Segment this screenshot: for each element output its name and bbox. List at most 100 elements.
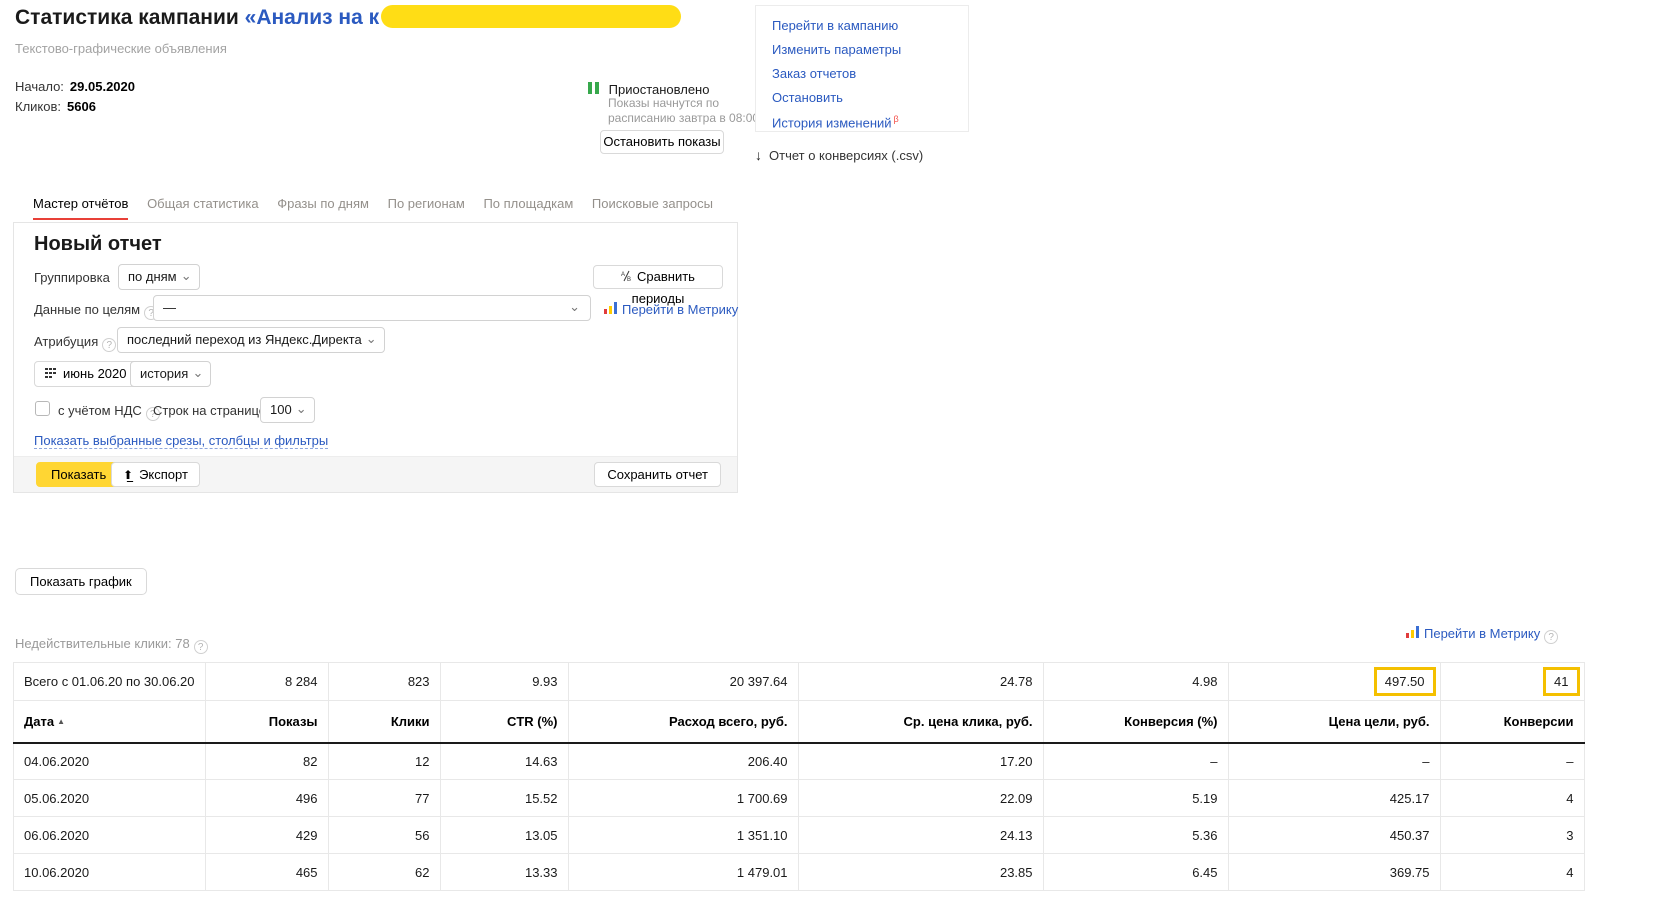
cell-avg-cpc: 24.13 (797, 816, 1044, 854)
campaign-meta: Начало: 29.05.2020 Кликов: 5606 (15, 79, 135, 119)
cell-impressions: 82 (204, 742, 329, 780)
total-ctr: 9.93 (439, 662, 569, 701)
calendar-icon (45, 368, 56, 378)
help-icon[interactable]: ? (1544, 630, 1559, 644)
col-header-clicks[interactable]: Клики (327, 700, 441, 744)
col-header-avg-cpc[interactable]: Ср. цена клика, руб. (797, 700, 1044, 744)
stop-link[interactable]: Остановить (772, 90, 968, 105)
stats-tabs: Мастер отчётов Общая статистика Фразы по… (33, 196, 728, 220)
col-header-conversions[interactable]: Конверсии (1439, 700, 1585, 744)
help-icon[interactable]: ? (102, 338, 117, 352)
vat-checkbox[interactable] (35, 401, 50, 416)
history-select[interactable]: история ⌄ (130, 361, 212, 387)
export-button[interactable]: ⬆̲ Экспорт (111, 462, 200, 487)
cell-cost: 1 479.01 (567, 853, 799, 891)
page-title-prefix: Статистика кампании (15, 6, 245, 29)
campaign-type-label: Текстово-графические объявления (15, 41, 227, 56)
cell-cost-per-goal: – (1227, 742, 1441, 780)
attribution-select[interactable]: последний переход из Яндекс.Директа ⌄ (117, 327, 385, 353)
page-title: Статистика кампании «Анализ на к (15, 5, 682, 30)
tab-by-regions[interactable]: По регионам (388, 196, 465, 218)
compare-periods-button[interactable]: A B Сравнить периоды (593, 265, 723, 306)
cell-impressions: 429 (204, 816, 329, 854)
cell-conversions: 4 (1439, 853, 1585, 891)
period-picker-button[interactable]: июнь 2020 (34, 361, 138, 387)
cell-conversion-rate: 6.45 (1042, 853, 1229, 891)
stats-table: Всего с 01.06.20 по 30.06.20 8 284 823 9… (13, 662, 1585, 891)
tab-phrases-by-day[interactable]: Фразы по дням (277, 196, 369, 218)
table-total-row: Всего с 01.06.20 по 30.06.20 8 284 823 9… (13, 662, 1585, 701)
sort-asc-icon: ▲ (57, 716, 66, 726)
help-icon[interactable]: ? (193, 640, 208, 654)
clicks-value: 5606 (67, 99, 96, 114)
order-reports-link[interactable]: Заказ отчетов (772, 66, 968, 81)
cell-date: 06.06.2020 (13, 816, 206, 854)
new-report-form: Новый отчет Группировка по дням ⌄ A B Сравн… (13, 222, 738, 493)
change-history-link[interactable]: История изменений β (772, 114, 968, 130)
chevron-down-icon: ⌄ (180, 268, 192, 283)
metrika-link-form[interactable]: Перейти в Метрику (604, 301, 738, 319)
grouping-select[interactable]: по дням ⌄ (118, 264, 200, 290)
stop-impressions-button[interactable]: Остановить показы (600, 130, 724, 154)
cell-impressions: 465 (204, 853, 329, 891)
chevron-down-icon: ⌄ (569, 299, 580, 314)
cell-conversion-rate: 5.36 (1042, 816, 1229, 854)
col-header-cost[interactable]: Расход всего, руб. (567, 700, 799, 744)
form-title: Новый отчет (34, 233, 162, 255)
tab-search-queries[interactable]: Поисковые запросы (592, 196, 713, 218)
go-to-campaign-link[interactable]: Перейти в кампанию (772, 18, 968, 33)
cell-date: 05.06.2020 (13, 779, 206, 817)
vat-label: с учётом НДС? (58, 403, 160, 421)
table-row: 06.06.2020 429 56 13.05 1 351.10 24.13 5… (13, 816, 1585, 854)
tab-general-stats[interactable]: Общая статистика (147, 196, 259, 218)
cell-cost-per-goal: 425.17 (1227, 779, 1441, 817)
table-row: 04.06.2020 82 12 14.63 206.40 17.20 – – … (13, 742, 1585, 780)
cell-ctr: 14.63 (439, 742, 569, 780)
cell-cost: 206.40 (567, 742, 799, 780)
chevron-down-icon: ⌄ (192, 365, 204, 380)
col-header-date[interactable]: Дата ▲ (13, 700, 206, 744)
show-report-button[interactable]: Показать (36, 462, 122, 487)
cell-conversions: 4 (1439, 779, 1585, 817)
svg-text:A: A (621, 272, 625, 278)
status-note: Показы начнутся по расписанию завтра в 0… (608, 96, 760, 125)
grouping-label: Группировка (34, 270, 110, 285)
download-icon: ↓ (755, 147, 762, 163)
goals-select[interactable]: — ⌄ (153, 295, 591, 321)
cell-clicks: 62 (327, 853, 441, 891)
tab-report-wizard[interactable]: Мастер отчётов (33, 196, 129, 220)
export-icon: ⬆̲ (123, 468, 134, 482)
cell-date: 10.06.2020 (13, 853, 206, 891)
show-chart-button[interactable]: Показать график (15, 568, 147, 595)
cell-avg-cpc: 22.09 (797, 779, 1044, 817)
edit-params-link[interactable]: Изменить параметры (772, 42, 968, 57)
redacted-campaign-name (381, 5, 682, 28)
table-header-row: Дата ▲ Показы Клики CTR (%) Расход всего,… (13, 700, 1585, 744)
col-header-cost-per-goal[interactable]: Цена цели, руб. (1227, 700, 1441, 744)
beta-badge: β (893, 114, 899, 124)
metrika-icon (1406, 626, 1419, 638)
cell-ctr: 13.33 (439, 853, 569, 891)
total-conversions: 41 (1439, 662, 1585, 701)
cell-clicks: 56 (327, 816, 441, 854)
rows-per-page-select[interactable]: 100 ⌄ (260, 397, 315, 423)
col-header-conversion-rate[interactable]: Конверсия (%) (1042, 700, 1229, 744)
metrika-link-bottom[interactable]: Перейти в Метрику? (1406, 626, 1559, 644)
total-impressions: 8 284 (204, 662, 329, 701)
goals-label: Данные по целям? (34, 302, 159, 320)
campaign-actions-panel: Перейти в кампанию Изменить параметры За… (755, 5, 969, 132)
ab-compare-icon: AB (621, 270, 631, 283)
attribution-label: Атрибуция? (34, 334, 117, 352)
cell-impressions: 496 (204, 779, 329, 817)
campaign-name: «Анализ на к (244, 6, 380, 29)
cell-conversion-rate: 5.19 (1042, 779, 1229, 817)
cell-avg-cpc: 23.85 (797, 853, 1044, 891)
col-header-impressions[interactable]: Показы (204, 700, 329, 744)
tab-by-placements[interactable]: По площадкам (483, 196, 573, 218)
start-date-value: 29.05.2020 (69, 79, 135, 94)
cell-conversions: 3 (1439, 816, 1585, 854)
show-slices-link[interactable]: Показать выбранные срезы, столбцы и филь… (34, 433, 329, 449)
save-report-button[interactable]: Сохранить отчет (594, 462, 721, 487)
conversions-report-link[interactable]: ↓ Отчет о конверсиях (.csv) (755, 147, 923, 163)
col-header-ctr[interactable]: CTR (%) (439, 700, 569, 744)
